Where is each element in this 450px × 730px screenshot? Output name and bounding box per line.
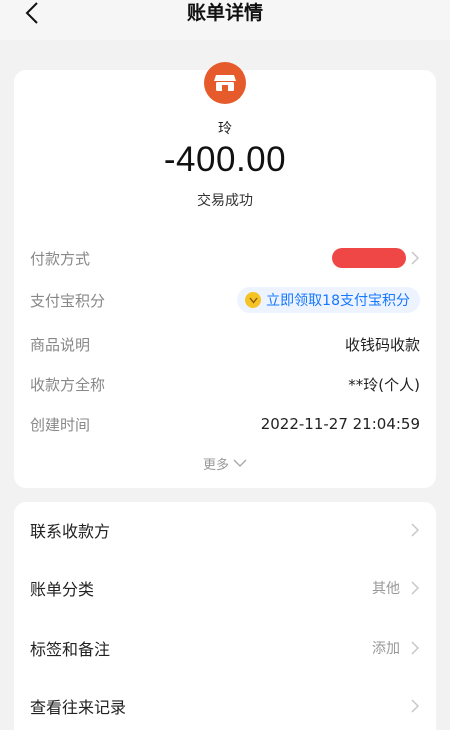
history-row[interactable]: 查看往来记录 [30,692,420,720]
more-button[interactable]: 更多 [14,454,436,473]
redaction-mark [332,248,406,268]
bill-category-row[interactable]: 账单分类 其他 [30,574,420,602]
transaction-status: 交易成功 [197,193,253,209]
created-time-row: 创建时间 2022-11-27 21:04:59 [30,412,420,436]
payment-method-row[interactable]: 付款方式 [30,246,420,270]
item-desc-value: 收钱码收款 [344,335,420,354]
chevron-right-icon [411,251,420,265]
tags-notes-row[interactable]: 标签和备注 添加 [30,634,420,662]
bill-category-value: 其他 [372,581,400,597]
points-row: 支付宝积分 立即领取18支付宝积分 [30,287,420,313]
item-desc-row: 商品说明 收钱码收款 [30,332,420,356]
nav-bar: 账单详情 [0,0,450,40]
history-label: 查看往来记录 [30,698,127,717]
transaction-card: 玲 -400.00 交易成功 付款方式 支付宝积分 立即领取18支付宝积分 商品… [14,62,436,488]
merchant-name: 玲 [218,121,232,137]
amount: -400.00 [163,140,287,179]
tags-notes-value: 添加 [372,641,400,657]
actions-card: 联系收款方 账单分类 其他 标签和备注 添加 查看往来记录 [14,502,436,730]
item-desc-label: 商品说明 [30,335,91,354]
chevron-right-icon [411,523,420,537]
more-label: 更多 [202,458,229,473]
contact-payee-label: 联系收款方 [30,522,111,541]
page-title: 账单详情 [186,2,263,24]
chevron-down-icon [233,459,247,467]
created-time-label: 创建时间 [30,415,91,434]
chevron-right-icon [411,641,420,655]
shop-icon [204,62,246,104]
payee-row: 收款方全称 **玲(个人) [30,372,420,396]
points-label: 支付宝积分 [30,291,106,310]
payment-method-value [332,248,420,268]
contact-payee-row[interactable]: 联系收款方 [30,516,420,544]
payee-value: **玲(个人) [348,375,420,394]
created-time-value: 2022-11-27 21:04:59 [260,415,420,433]
coin-icon [245,292,262,308]
payment-method-label: 付款方式 [30,249,91,268]
chevron-right-icon [411,581,420,595]
chevron-right-icon [411,699,420,713]
claim-points-button[interactable]: 立即领取18支付宝积分 [237,287,420,313]
payee-label: 收款方全称 [30,375,106,394]
claim-points-label: 立即领取18支付宝积分 [266,293,410,309]
tags-notes-label: 标签和备注 [30,640,111,659]
bill-category-label: 账单分类 [30,580,95,599]
